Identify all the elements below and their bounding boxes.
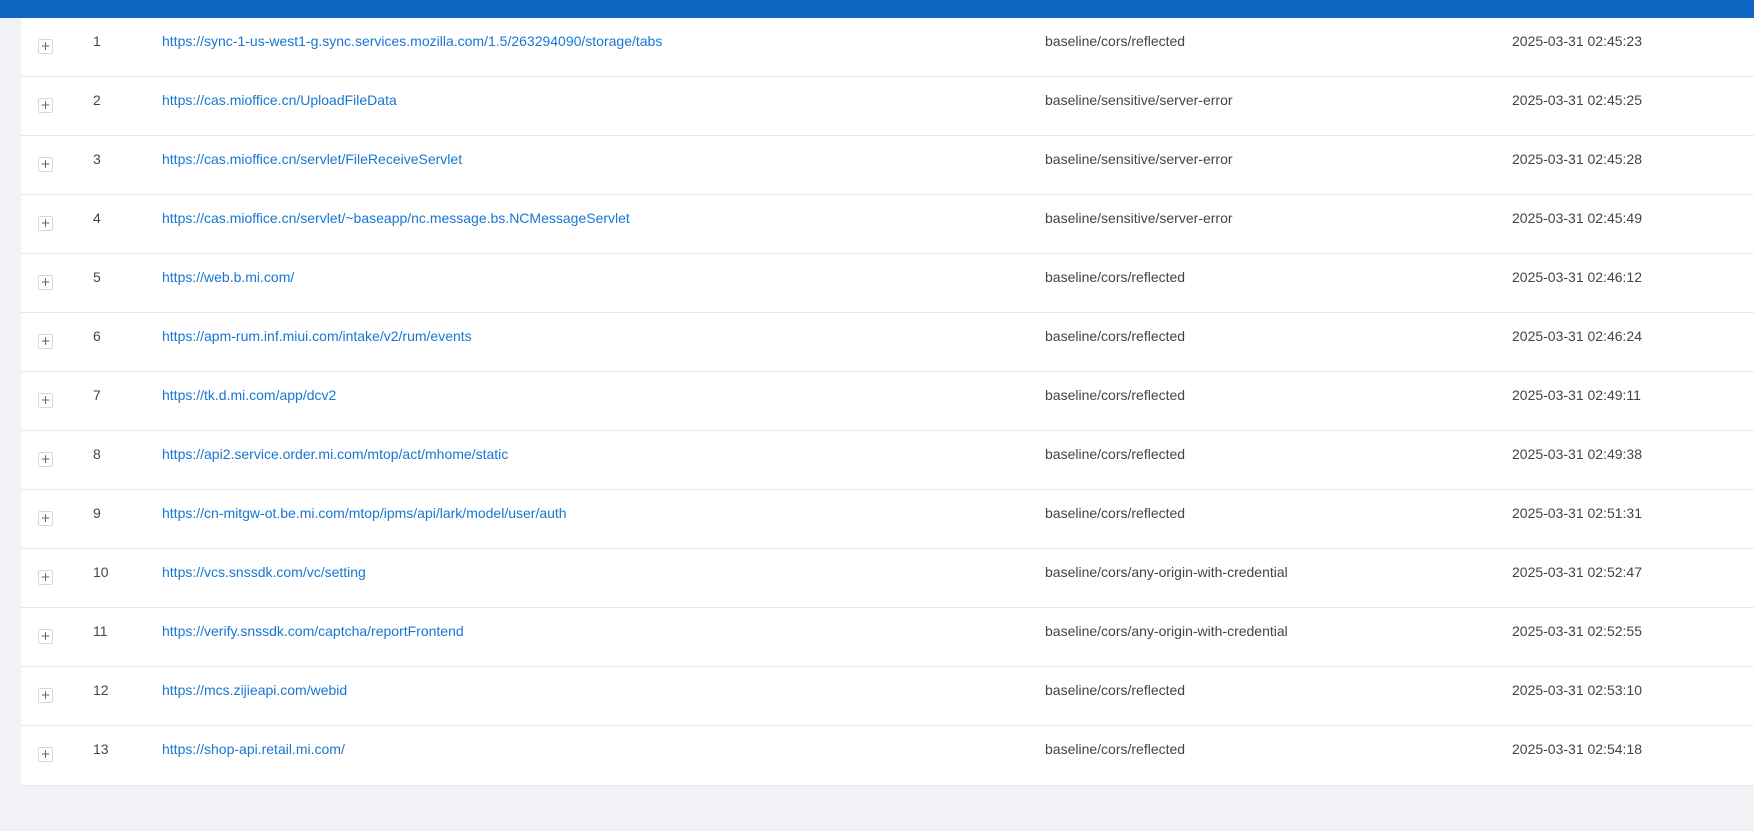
rule-cell: baseline/cors/reflected	[1045, 269, 1186, 285]
url-cell: https://cas.mioffice.cn/UploadFileData	[162, 77, 397, 135]
time-cell: 2025-03-31 02:51:31	[1512, 505, 1642, 521]
rule-cell: baseline/cors/reflected	[1045, 328, 1186, 344]
plus-icon[interactable]: +	[38, 39, 53, 54]
url-cell: https://cn-mitgw-ot.be.mi.com/mtop/ipms/…	[162, 490, 567, 548]
table-row: +8 https://api2.service.order.mi.com/mtop…	[21, 431, 1754, 490]
header-bar	[0, 0, 1754, 18]
plus-icon[interactable]: +	[38, 452, 53, 467]
row-index: 8	[93, 446, 101, 462]
url-link[interactable]: https://cas.mioffice.cn/servlet/FileRece…	[162, 151, 462, 167]
plus-icon[interactable]: +	[38, 629, 53, 644]
row-index: 9	[93, 505, 101, 521]
url-cell: https://cas.mioffice.cn/servlet/~baseapp…	[162, 195, 630, 253]
plus-icon[interactable]: +	[38, 747, 53, 762]
url-link[interactable]: https://vcs.snssdk.com/vc/setting	[162, 564, 366, 580]
rule-cell: baseline/cors/reflected	[1045, 387, 1186, 403]
table-row: +7 https://tk.d.mi.com/app/dcv2 baseline/c…	[21, 372, 1754, 431]
rule-cell: baseline/sensitive/server-error	[1045, 210, 1233, 226]
table-row: +9 https://cn-mitgw-ot.be.mi.com/mtop/ipm…	[21, 490, 1754, 549]
table-row: +13 https://shop-api.retail.mi.com/baseli…	[21, 726, 1754, 785]
plus-icon[interactable]: +	[38, 275, 53, 290]
url-cell: https://web.b.mi.com/	[162, 254, 294, 312]
row-index: 10	[93, 564, 109, 580]
url-link[interactable]: https://sync-1-us-west1-g.sync.services.…	[162, 33, 662, 49]
rule-cell: baseline/sensitive/server-error	[1045, 92, 1233, 108]
time-cell: 2025-03-31 02:52:47	[1512, 564, 1642, 580]
url-cell: https://api2.service.order.mi.com/mtop/a…	[162, 431, 508, 489]
rule-cell: baseline/cors/any-origin-with-credential	[1045, 623, 1288, 639]
table-row: +1 https://sync-1-us-west1-g.sync.service…	[21, 18, 1754, 77]
time-cell: 2025-03-31 02:49:11	[1512, 387, 1641, 403]
time-cell: 2025-03-31 02:54:18	[1512, 741, 1642, 757]
row-index: 6	[93, 328, 101, 344]
plus-icon[interactable]: +	[38, 216, 53, 231]
plus-icon[interactable]: +	[38, 511, 53, 526]
url-link[interactable]: https://apm-rum.inf.miui.com/intake/v2/r…	[162, 328, 472, 344]
time-cell: 2025-03-31 02:49:38	[1512, 446, 1642, 462]
time-cell: 2025-03-31 02:45:23	[1512, 33, 1642, 49]
row-index: 4	[93, 210, 101, 226]
url-link[interactable]: https://verify.snssdk.com/captcha/report…	[162, 623, 464, 639]
time-cell: 2025-03-31 02:53:10	[1512, 682, 1642, 698]
row-index: 5	[93, 269, 101, 285]
row-index: 13	[93, 741, 109, 757]
url-link[interactable]: https://mcs.zijieapi.com/webid	[162, 682, 347, 698]
rule-cell: baseline/cors/reflected	[1045, 505, 1186, 521]
row-index: 7	[93, 387, 101, 403]
url-cell: https://sync-1-us-west1-g.sync.services.…	[162, 18, 662, 76]
row-index: 12	[93, 682, 109, 698]
table-row: +2 https://cas.mioffice.cn/UploadFileData…	[21, 77, 1754, 136]
url-link[interactable]: https://shop-api.retail.mi.com/	[162, 741, 345, 757]
time-cell: 2025-03-31 02:46:24	[1512, 328, 1642, 344]
url-link[interactable]: https://tk.d.mi.com/app/dcv2	[162, 387, 336, 403]
row-index: 11	[93, 623, 108, 639]
time-cell: 2025-03-31 02:46:12	[1512, 269, 1642, 285]
rule-cell: baseline/sensitive/server-error	[1045, 151, 1233, 167]
rule-cell: baseline/cors/reflected	[1045, 446, 1186, 462]
table-row: +3 https://cas.mioffice.cn/servlet/FileRe…	[21, 136, 1754, 195]
rule-cell: baseline/cors/reflected	[1045, 682, 1186, 698]
table-row: +6 https://apm-rum.inf.miui.com/intake/v2…	[21, 313, 1754, 372]
url-link[interactable]: https://cas.mioffice.cn/servlet/~baseapp…	[162, 210, 630, 226]
url-cell: https://cas.mioffice.cn/servlet/FileRece…	[162, 136, 462, 194]
table-row: +5 https://web.b.mi.com/baseline/cors/ref…	[21, 254, 1754, 313]
table-row: +4 https://cas.mioffice.cn/servlet/~basea…	[21, 195, 1754, 254]
row-index: 3	[93, 151, 101, 167]
url-cell: https://verify.snssdk.com/captcha/report…	[162, 608, 464, 666]
results-table: +1 https://sync-1-us-west1-g.sync.service…	[21, 18, 1754, 786]
time-cell: 2025-03-31 02:45:28	[1512, 151, 1642, 167]
url-cell: https://mcs.zijieapi.com/webid	[162, 667, 347, 725]
time-cell: 2025-03-31 02:45:25	[1512, 92, 1642, 108]
rule-cell: baseline/cors/reflected	[1045, 33, 1186, 49]
plus-icon[interactable]: +	[38, 393, 53, 408]
plus-icon[interactable]: +	[38, 157, 53, 172]
plus-icon[interactable]: +	[38, 334, 53, 349]
url-cell: https://vcs.snssdk.com/vc/setting	[162, 549, 366, 607]
url-link[interactable]: https://cn-mitgw-ot.be.mi.com/mtop/ipms/…	[162, 505, 567, 521]
time-cell: 2025-03-31 02:45:49	[1512, 210, 1642, 226]
row-index: 1	[93, 33, 101, 49]
url-link[interactable]: https://web.b.mi.com/	[162, 269, 294, 285]
plus-icon[interactable]: +	[38, 570, 53, 585]
table-row: +12 https://mcs.zijieapi.com/webid baselin…	[21, 667, 1754, 726]
time-cell: 2025-03-31 02:52:55	[1512, 623, 1642, 639]
row-index: 2	[93, 92, 101, 108]
table-row: +11 https://verify.snssdk.com/captcha/rep…	[21, 608, 1754, 667]
url-cell: https://apm-rum.inf.miui.com/intake/v2/r…	[162, 313, 472, 371]
rule-cell: baseline/cors/any-origin-with-credential	[1045, 564, 1288, 580]
url-link[interactable]: https://cas.mioffice.cn/UploadFileData	[162, 92, 397, 108]
url-cell: https://shop-api.retail.mi.com/	[162, 726, 345, 784]
rule-cell: baseline/cors/reflected	[1045, 741, 1186, 757]
url-cell: https://tk.d.mi.com/app/dcv2	[162, 372, 336, 430]
plus-icon[interactable]: +	[38, 688, 53, 703]
plus-icon[interactable]: +	[38, 98, 53, 113]
table-row: +10 https://vcs.snssdk.com/vc/setting base…	[21, 549, 1754, 608]
url-link[interactable]: https://api2.service.order.mi.com/mtop/a…	[162, 446, 508, 462]
